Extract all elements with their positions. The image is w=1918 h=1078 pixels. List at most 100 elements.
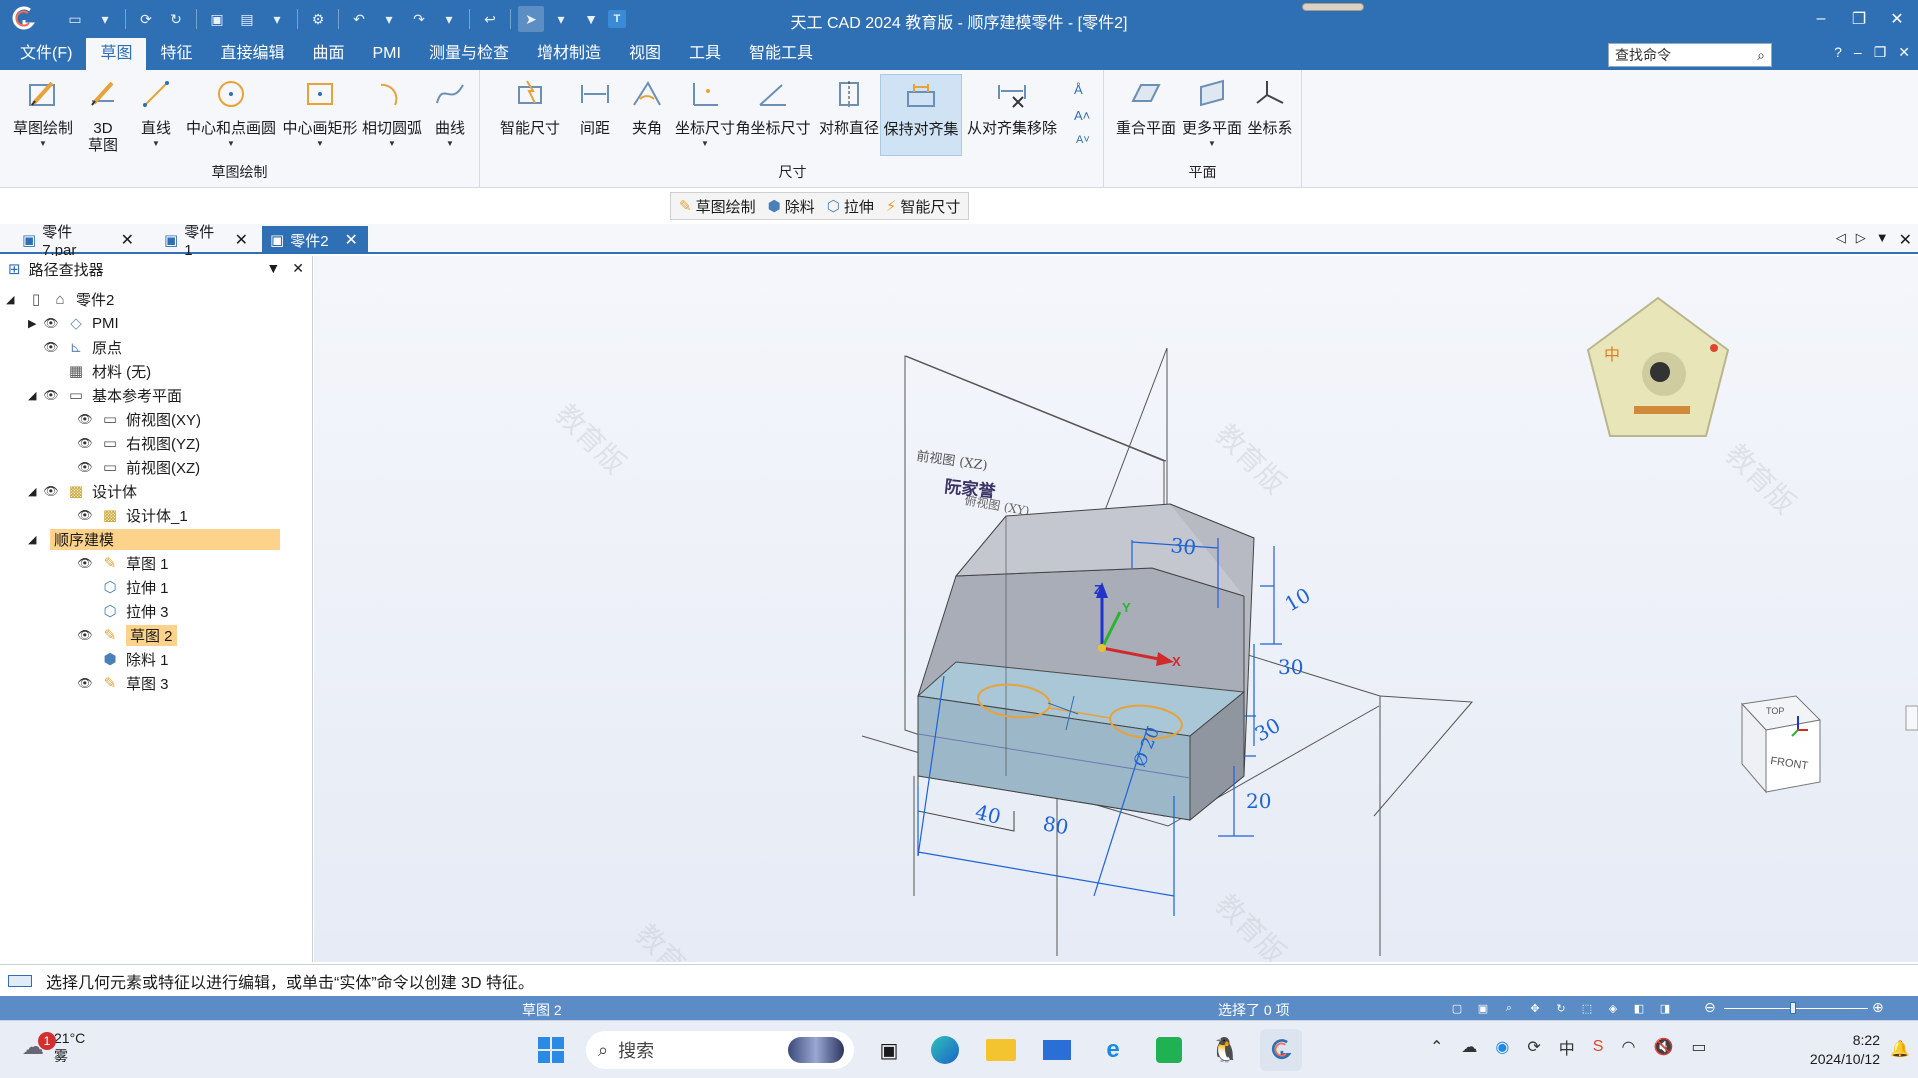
zoom-out-icon[interactable]: ⊖	[1704, 999, 1716, 1016]
coordinate-system-button[interactable]: 坐标系	[1246, 74, 1294, 156]
qq-icon[interactable]: 🐧	[1204, 1029, 1246, 1071]
tab-list-icon[interactable]: ▼	[1876, 230, 1889, 250]
keyboard-icon[interactable]	[8, 974, 32, 987]
coordinate-dimension-button[interactable]: 坐标尺寸 ▼	[670, 74, 740, 156]
eye-icon[interactable]: 👁	[76, 556, 94, 570]
eye-icon[interactable]: 👁	[76, 412, 94, 426]
dim-30-right[interactable]: 30	[1278, 655, 1303, 679]
tree-item-base-planes[interactable]: ◢ 👁 ▭ 基本参考平面	[28, 384, 182, 406]
tree-item-design-body-1[interactable]: 👁 ▩ 设计体_1	[76, 504, 187, 526]
taskbar-search[interactable]: ⌕ 搜索	[586, 1031, 854, 1069]
tree-item-sketch-2[interactable]: 👁 ✎ 草图 2	[76, 624, 177, 646]
tree-item-extrude-3[interactable]: ⬡ 拉伸 3	[76, 600, 168, 622]
notification-icon[interactable]: 🔔	[1890, 1039, 1910, 1059]
windows-start-icon[interactable]	[530, 1029, 572, 1071]
expand-icon[interactable]: ◢	[6, 293, 20, 306]
tab-prev-icon[interactable]: ◁	[1836, 230, 1846, 250]
tab-smart-tools[interactable]: 智能工具	[735, 38, 827, 70]
symmetric-diameter-button[interactable]: 对称直径	[814, 74, 884, 156]
screenshot-icon[interactable]: ◉	[1495, 1037, 1509, 1057]
close-icon[interactable]: ✕	[1899, 230, 1912, 250]
file-explorer-icon[interactable]	[980, 1029, 1022, 1071]
zoom-thumb[interactable]	[1790, 1002, 1796, 1014]
view-cube-top[interactable]: TOP	[1766, 706, 1784, 716]
avatar-badge[interactable]: 中	[1586, 296, 1730, 437]
dim-40[interactable]: 40	[973, 800, 1004, 829]
command-search-input[interactable]: 查找命令 ⌕	[1608, 43, 1772, 67]
task-view-icon[interactable]: ▣	[868, 1029, 910, 1071]
help-icon[interactable]: ?	[1834, 44, 1842, 61]
search-icon[interactable]: ⌕	[1757, 47, 1765, 64]
tree-item-top-plane[interactable]: 👁 ▭ 俯视图(XY)	[76, 408, 201, 430]
curve-button[interactable]: 曲线 ▼	[430, 74, 470, 156]
expand-icon[interactable]: ◢	[28, 533, 42, 546]
pin-icon[interactable]: ▼	[266, 260, 280, 277]
tab-sketch[interactable]: 草图	[86, 38, 147, 70]
smart-dimension-button[interactable]: 智能尺寸	[494, 74, 566, 156]
tree-item-extrude-1[interactable]: ⬡ 拉伸 1	[76, 576, 168, 598]
viewport-side-tab[interactable]	[1905, 705, 1918, 731]
eye-icon[interactable]: 👁	[76, 628, 94, 642]
tab-pmi[interactable]: PMI	[359, 38, 415, 70]
distance-button[interactable]: 间距	[570, 74, 620, 156]
eye-icon[interactable]: 👁	[76, 436, 94, 450]
dim-30-depth[interactable]: 30	[1251, 713, 1285, 747]
tree-item-sketch-3[interactable]: 👁 ✎ 草图 3	[76, 672, 168, 694]
zoom-area-icon[interactable]: ▢	[1448, 999, 1466, 1017]
tab-measure[interactable]: 测量与检查	[415, 38, 523, 70]
cloud-icon[interactable]: ☁	[1461, 1037, 1477, 1057]
text-size-down-icon[interactable]: A˅	[1076, 134, 1090, 146]
close-icon[interactable]: ✕	[1898, 44, 1910, 61]
color-icon[interactable]: ◨	[1656, 999, 1674, 1017]
ie-browser-icon[interactable]: e	[1092, 1029, 1134, 1071]
dim-30-top[interactable]: 30	[1169, 533, 1197, 560]
more-planes-button[interactable]: 更多平面 ▼	[1180, 74, 1244, 156]
battery-icon[interactable]: ▭	[1691, 1037, 1706, 1057]
eye-icon[interactable]: 👁	[42, 316, 60, 330]
center-circle-button[interactable]: 中心和点画圆 ▼	[186, 74, 276, 156]
edge-browser-icon[interactable]	[924, 1029, 966, 1071]
tab-additive[interactable]: 增材制造	[523, 38, 615, 70]
cmd-sketch[interactable]: ✎ 草图绘制	[679, 196, 756, 217]
display-style-icon[interactable]: ◈	[1604, 999, 1622, 1017]
doc-tab-part7[interactable]: ▣ 零件7.par ✕	[14, 224, 142, 259]
minimize-icon[interactable]: –	[1854, 44, 1862, 61]
doc-tab-part2[interactable]: ▣ 零件2 ✕	[262, 226, 368, 254]
tree-item-right-plane[interactable]: 👁 ▭ 右视图(YZ)	[76, 432, 200, 454]
tree-item-material[interactable]: ▦ 材料 (无)	[28, 360, 151, 382]
dim-80[interactable]: 80	[1041, 811, 1070, 839]
restore-icon[interactable]: ❐	[1874, 44, 1887, 61]
angular-coordinate-button[interactable]: 角坐标尺寸	[734, 74, 812, 156]
tab-surface[interactable]: 曲面	[298, 38, 358, 70]
close-icon[interactable]: ✕	[235, 230, 248, 250]
close-icon[interactable]: ✕	[292, 260, 304, 277]
collapse-icon[interactable]: ▶	[28, 317, 42, 330]
view-orient-icon[interactable]: ⬚	[1578, 999, 1596, 1017]
tree-item-cut-1[interactable]: ⬢ 除料 1	[76, 648, 168, 670]
3d-sketch-button[interactable]: 3D 草图	[80, 74, 126, 156]
tab-tools[interactable]: 工具	[675, 38, 735, 70]
center-rectangle-button[interactable]: 中心画矩形 ▼	[282, 74, 358, 156]
doc-tab-part1[interactable]: ▣ 零件1 ✕	[156, 224, 256, 259]
minimize-icon[interactable]: –	[1808, 6, 1834, 32]
sync-icon[interactable]: ⟳	[1527, 1037, 1540, 1057]
tree-item-pmi[interactable]: ▶ 👁 ◇ PMI	[28, 312, 119, 334]
zoom-in-icon[interactable]: ⊕	[1872, 999, 1884, 1016]
text-size-up-icon[interactable]: A˄	[1074, 108, 1090, 123]
eye-icon[interactable]: 👁	[42, 340, 60, 354]
3d-viewport[interactable]: 教育版 教育版 教育版 教育版 教育版 前视图 (XZ) 俯视图 (XY) 阮家…	[314, 256, 1918, 962]
eye-icon[interactable]: 👁	[76, 676, 94, 690]
cmd-smart-dimension[interactable]: ⚡ 智能尺寸	[886, 196, 961, 217]
keep-alignment-set-button[interactable]: 保持对齐集	[880, 74, 962, 156]
angle-button[interactable]: 夹角	[622, 74, 672, 156]
view-cube[interactable]: TOP FRONT	[1740, 695, 1822, 794]
menu-file[interactable]: 文件(F)	[6, 38, 86, 70]
tab-direct-edit[interactable]: 直接编辑	[206, 38, 298, 70]
tangent-arc-button[interactable]: 相切圆弧 ▼	[362, 74, 422, 156]
tiangong-cad-icon[interactable]	[1260, 1029, 1302, 1071]
zoom-fit-icon[interactable]: ▣	[1474, 999, 1492, 1017]
wifi-icon[interactable]: ◠	[1621, 1037, 1635, 1057]
restore-icon[interactable]: ❐	[1846, 6, 1872, 32]
tree-item-design-body[interactable]: ◢ 👁 ▩ 设计体	[28, 480, 137, 502]
tab-view[interactable]: 视图	[615, 38, 675, 70]
